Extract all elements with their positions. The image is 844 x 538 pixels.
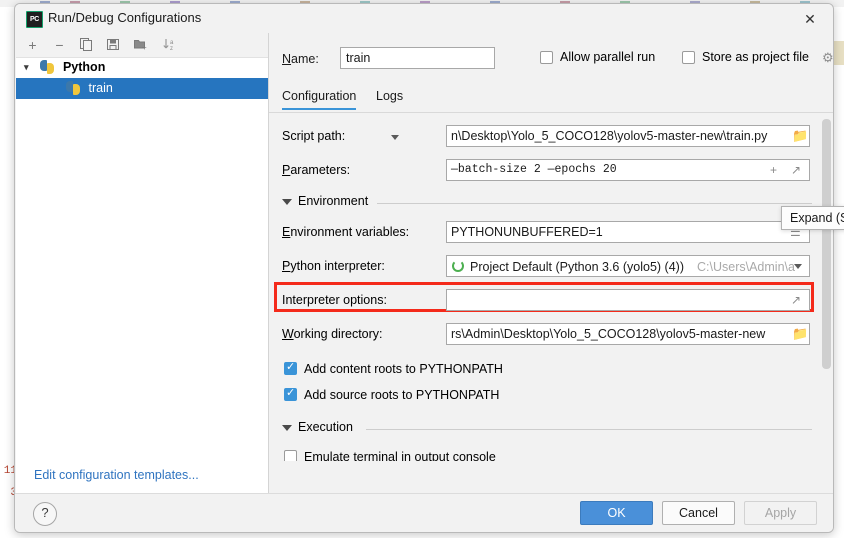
expand-parameters-icon[interactable]: ↗: [791, 162, 801, 178]
section-divider: [366, 429, 812, 430]
name-label-rest: ame:: [291, 52, 319, 66]
add-source-roots-checkbox[interactable]: [284, 387, 297, 401]
store-as-project-file-label: Store as project file: [702, 50, 809, 64]
python-interpreter-value: Project Default (Python 3.6 (yolo5) (4)): [470, 260, 684, 274]
name-label: Name:: [282, 52, 319, 66]
emulate-terminal-row[interactable]: Emulate terminal in output console: [282, 447, 822, 461]
new-folder-icon[interactable]: +: [132, 37, 149, 54]
script-path-label-text: Script path:: [282, 129, 346, 143]
collapse-triangle-icon[interactable]: [282, 425, 292, 431]
name-input[interactable]: train: [340, 47, 495, 69]
collapse-triangle-icon[interactable]: [282, 199, 292, 205]
ok-button[interactable]: OK: [580, 501, 653, 525]
tree-group-label: Python: [62, 60, 106, 74]
expand-interpreter-options-icon[interactable]: ↗: [791, 292, 801, 308]
apply-button: Apply: [744, 501, 817, 525]
tree-item-label: train: [88, 81, 113, 95]
env-vars-label-rest: nvironment variables:: [290, 225, 410, 239]
configuration-details-pane: Name: train Allow parallel run Store as …: [269, 33, 833, 494]
python-interpreter-row: Python interpreter: Project Default (Pyt…: [282, 255, 822, 279]
details-scrollbar-thumb[interactable]: [822, 119, 831, 369]
add-content-roots-label: Add content roots to PYTHONPATH: [304, 362, 503, 376]
python-interpreter-path: C:\Users\Admin\a: [697, 260, 795, 274]
dialog-title: Run/Debug Configurations: [48, 10, 202, 25]
script-path-row: Script path: n\Desktop\Yolo_5_COCO128\yo…: [282, 125, 822, 149]
add-configuration-button[interactable]: +: [24, 37, 41, 54]
save-configuration-icon[interactable]: [105, 37, 122, 54]
configuration-tab-panel: Script path: n\Desktop\Yolo_5_COCO128\yo…: [269, 112, 833, 494]
gear-icon[interactable]: ⚙: [822, 50, 833, 66]
working-directory-input[interactable]: rs\Admin\Desktop\Yolo_5_COCO128\yolov5-m…: [446, 323, 810, 345]
tree-group-python[interactable]: ▾ Python: [16, 57, 268, 78]
svg-text:z: z: [170, 46, 173, 51]
script-path-label: Script path:: [282, 129, 345, 143]
add-content-roots-row[interactable]: Add content roots to PYTHONPATH: [282, 359, 822, 383]
interpreter-status-icon: [452, 260, 464, 272]
pycharm-icon: PC: [26, 11, 43, 28]
browse-script-path-icon[interactable]: 📁: [792, 128, 808, 144]
add-content-roots-checkbox[interactable]: [284, 361, 297, 375]
python-interpreter-label: Python interpreter:: [282, 259, 385, 273]
interpreter-options-input[interactable]: [446, 289, 810, 311]
env-vars-row: Environment variables: PYTHONUNBUFFERED=…: [282, 221, 822, 245]
env-vars-label: Environment variables:: [282, 225, 410, 239]
python-interpreter-dropdown[interactable]: Project Default (Python 3.6 (yolo5) (4))…: [446, 255, 810, 277]
help-button[interactable]: ?: [33, 502, 57, 526]
parameters-input[interactable]: —batch-size 2 —epochs 20: [446, 159, 810, 181]
python-interpreter-label-rest: ython interpreter:: [290, 259, 385, 273]
edit-configuration-templates-link[interactable]: Edit configuration templates...: [34, 468, 199, 482]
chevron-down-icon[interactable]: [794, 264, 802, 269]
remove-configuration-button[interactable]: −: [51, 37, 68, 54]
details-scrollbar-track[interactable]: [820, 113, 833, 494]
dialog-footer: ? OK Cancel Apply: [15, 493, 833, 532]
tab-logs[interactable]: Logs: [376, 85, 403, 110]
run-debug-configurations-dialog: PC Run/Debug Configurations ✕ + − + a z …: [14, 3, 834, 533]
svg-text:+: +: [142, 43, 147, 51]
browse-working-directory-icon[interactable]: 📁: [792, 326, 808, 342]
env-vars-input[interactable]: PYTHONUNBUFFERED=1: [446, 221, 810, 243]
emulate-terminal-checkbox[interactable]: [284, 450, 297, 461]
interpreter-options-row: Interpreter options: ↗: [282, 289, 822, 313]
script-path-input[interactable]: n\Desktop\Yolo_5_COCO128\yolov5-master-n…: [446, 125, 810, 147]
working-directory-label-rest: orking directory:: [293, 327, 383, 341]
configurations-tree: ▾ Python train: [16, 57, 268, 99]
execution-section-label: Execution: [298, 420, 353, 434]
environment-section-header[interactable]: Environment: [282, 194, 822, 211]
python-icon: [40, 60, 55, 74]
cancel-button[interactable]: Cancel: [662, 501, 735, 525]
expand-tooltip: Expand (S: [781, 206, 844, 230]
environment-section-label: Environment: [298, 194, 369, 208]
copy-configuration-icon[interactable]: [78, 37, 95, 54]
allow-parallel-run-checkbox[interactable]: [540, 51, 553, 64]
store-as-project-file-checkbox[interactable]: [682, 51, 695, 64]
chevron-down-icon[interactable]: ▾: [24, 57, 37, 78]
working-directory-row: Working directory: rs\Admin\Desktop\Yolo…: [282, 323, 822, 347]
allow-parallel-run-label: Allow parallel run: [560, 50, 656, 64]
parameters-label-rest: arameters:: [290, 163, 351, 177]
working-directory-label: Working directory:: [282, 327, 383, 341]
execution-section-header[interactable]: Execution: [282, 420, 822, 437]
sort-az-icon[interactable]: a z: [161, 37, 178, 54]
close-icon[interactable]: ✕: [797, 8, 823, 30]
insert-macro-icon[interactable]: +: [770, 162, 777, 178]
interpreter-options-label: Interpreter options:: [282, 293, 387, 307]
tree-item-train[interactable]: train: [16, 78, 268, 99]
interpreter-options-label-text: Interpreter options:: [282, 293, 387, 307]
tab-configuration[interactable]: Configuration: [282, 85, 357, 110]
emulate-terminal-label: Emulate terminal in output console: [304, 450, 496, 461]
add-source-roots-row[interactable]: Add source roots to PYTHONPATH: [282, 385, 822, 409]
name-row: Name: train Allow parallel run Store as …: [282, 47, 833, 73]
parameters-row: Parameters: —batch-size 2 —epochs 20 + ↗: [282, 159, 822, 183]
add-source-roots-label: Add source roots to PYTHONPATH: [304, 388, 500, 402]
configurations-list-pane: + − + a z ▾ Python train Edit configurat…: [16, 33, 269, 494]
configuration-tabs: Configuration Logs: [282, 85, 822, 112]
section-divider: [377, 203, 812, 204]
configurations-toolbar: + − + a z: [16, 33, 268, 58]
python-icon: [66, 81, 80, 95]
parameters-label: Parameters:: [282, 163, 351, 177]
script-path-mode-dropdown-icon[interactable]: [391, 135, 399, 140]
dialog-titlebar: PC Run/Debug Configurations ✕: [15, 4, 833, 33]
